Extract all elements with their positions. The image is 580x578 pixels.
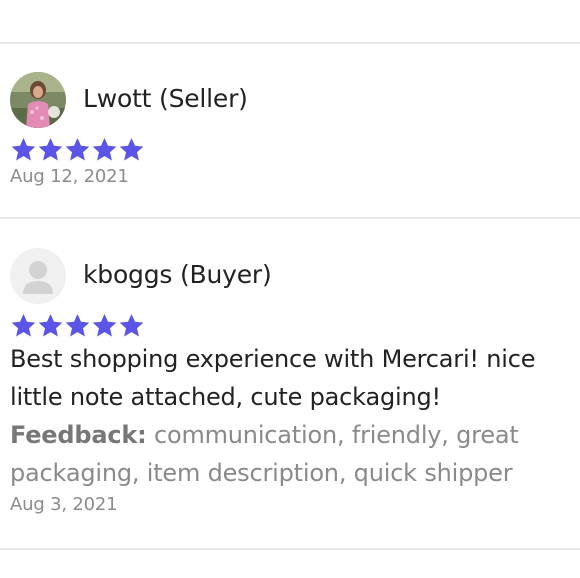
reviewer-name[interactable]: Lwott (Seller) xyxy=(83,84,248,113)
review-divider xyxy=(0,217,580,219)
review-comment-line: Best shopping experience with Mercari! n… xyxy=(10,345,536,373)
star-icon xyxy=(65,138,90,161)
star-icon xyxy=(38,314,63,337)
default-user-icon xyxy=(10,248,66,304)
review-comment-line: little note attached, cute packaging! xyxy=(10,383,441,411)
review-item: Lwott (Seller) Aug 12, 2021 xyxy=(10,72,580,187)
star-icon xyxy=(65,314,90,337)
review-header: kboggs (Buyer) xyxy=(10,248,580,304)
star-icon xyxy=(11,314,36,337)
review-item: kboggs (Buyer) Best shopping experience … xyxy=(10,248,580,515)
top-divider xyxy=(0,42,580,44)
feedback-tags: communication, friendly, great xyxy=(146,421,519,449)
star-rating xyxy=(10,312,580,340)
review-feedback: Feedback: communication, friendly, great xyxy=(10,416,580,454)
star-icon xyxy=(38,138,63,161)
reviewer-name[interactable]: kboggs (Buyer) xyxy=(83,260,272,289)
review-date: Aug 12, 2021 xyxy=(10,166,129,187)
review-feedback-line: packaging, item description, quick shipp… xyxy=(10,459,513,487)
feedback-label: Feedback: xyxy=(10,421,147,449)
star-icon xyxy=(119,314,144,337)
star-icon xyxy=(11,138,36,161)
profile-photo-icon xyxy=(10,72,66,128)
star-icon xyxy=(119,138,144,161)
star-icon xyxy=(92,314,117,337)
star-rating xyxy=(10,136,580,164)
reviewer-avatar[interactable] xyxy=(10,72,66,128)
star-icon xyxy=(92,138,117,161)
bottom-divider xyxy=(0,548,580,550)
reviewer-avatar[interactable] xyxy=(10,248,66,304)
review-header: Lwott (Seller) xyxy=(10,72,580,128)
review-date: Aug 3, 2021 xyxy=(10,494,118,515)
